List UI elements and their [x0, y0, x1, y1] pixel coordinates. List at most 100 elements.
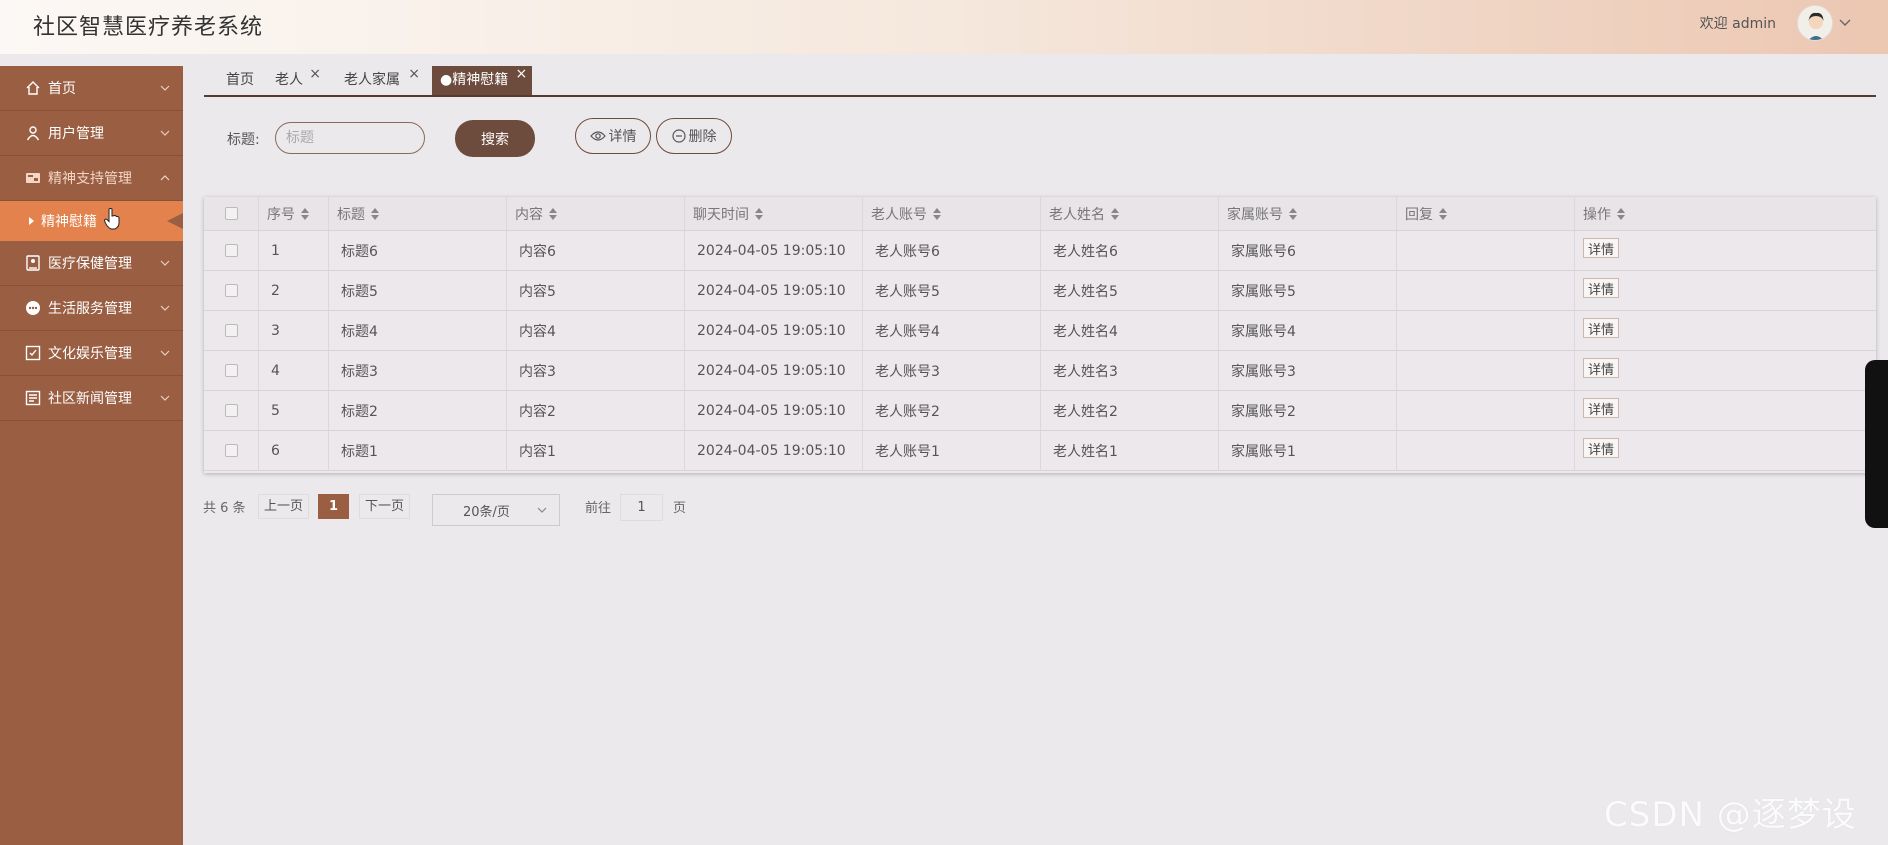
search-button[interactable]: 搜索 [455, 120, 535, 157]
select-all-checkbox[interactable] [224, 207, 238, 220]
column-header[interactable]: 老人姓名 [1041, 197, 1219, 230]
row-checkbox[interactable] [224, 364, 238, 377]
sidebar-item-label: 社区新闻管理 [48, 391, 132, 407]
next-page-button[interactable]: 下一页 [359, 494, 411, 519]
page-unit-label: 页 [673, 501, 687, 516]
sidebar-item-medical-care[interactable]: 医疗保健管理 [0, 241, 183, 286]
row-detail-button[interactable]: 详情 [1583, 397, 1620, 418]
avatar[interactable] [1797, 5, 1833, 41]
sort-icon[interactable] [371, 207, 379, 220]
table-cell-reply [1397, 311, 1575, 350]
row-select-cell [204, 431, 259, 470]
row-checkbox[interactable] [224, 324, 238, 337]
page-size-value: 20条/页 [463, 504, 510, 520]
row-checkbox[interactable] [224, 244, 238, 257]
table-cell-elder-account: 老人账号2 [863, 391, 1041, 430]
row-detail-button[interactable]: 详情 [1583, 277, 1620, 298]
sort-icon[interactable] [1289, 207, 1297, 220]
sort-icon[interactable] [933, 207, 941, 220]
current-page-button[interactable]: 1 [318, 494, 349, 519]
chevron-down-icon[interactable] [1837, 14, 1853, 30]
table-cell-title: 标题5 [329, 271, 507, 310]
table-row[interactable]: 3 标题4 内容4 2024-04-05 19:05:10 老人账号4 老人姓名4 家属账号… [204, 311, 1876, 351]
table-cell-time: 2024-04-05 19:05:10 [685, 431, 863, 470]
sort-icon[interactable] [755, 207, 763, 220]
close-icon[interactable]: × [408, 60, 420, 89]
table-row[interactable]: 6 标题1 内容1 2024-04-05 19:05:10 老人账号1 老人姓名1 家属账号… [204, 431, 1876, 471]
user-icon [26, 126, 40, 141]
support-icon [26, 173, 40, 183]
table-cell-elder-account: 老人账号4 [863, 311, 1041, 350]
table-cell-time: 2024-04-05 19:05:10 [685, 271, 863, 310]
delete-button[interactable]: 删除 [656, 118, 732, 154]
chevron-down-icon [160, 350, 170, 356]
tab-elder-family[interactable]: 老人家属 × [344, 66, 420, 95]
tab-elder[interactable]: 老人 × [275, 66, 323, 95]
welcome-text: 欢迎 admin [1699, 16, 1776, 32]
column-header[interactable]: 聊天时间 [685, 197, 863, 230]
table-cell-family-account: 家属账号3 [1219, 351, 1397, 390]
chevron-down-icon [537, 507, 547, 513]
close-icon[interactable]: × [515, 60, 527, 89]
table-cell-time: 2024-04-05 19:05:10 [685, 231, 863, 270]
table-cell-time: 2024-04-05 19:05:10 [685, 311, 863, 350]
table-cell-action: 详情 [1575, 311, 1876, 350]
column-header[interactable]: 老人账号 [863, 197, 1041, 230]
sidebar-item-label: 首页 [48, 81, 76, 97]
table-cell-reply [1397, 231, 1575, 270]
close-icon[interactable]: × [309, 60, 321, 89]
column-label: 内容 [515, 206, 543, 223]
sort-icon[interactable] [301, 207, 309, 220]
sidebar-item-culture-entertainment[interactable]: 文化娱乐管理 [0, 331, 183, 376]
column-header[interactable]: 操作 [1575, 197, 1876, 230]
table-row[interactable]: 2 标题5 内容5 2024-04-05 19:05:10 老人账号5 老人姓名5 家属账号… [204, 271, 1876, 311]
goto-page-input[interactable] [620, 494, 663, 521]
floating-toolbar[interactable] [1865, 360, 1888, 528]
row-detail-button[interactable]: 详情 [1583, 237, 1620, 258]
sidebar-item-community-news[interactable]: 社区新闻管理 [0, 376, 183, 421]
row-checkbox[interactable] [224, 404, 238, 417]
tab-home[interactable]: 首页 [226, 66, 254, 95]
prev-page-button[interactable]: 上一页 [258, 494, 310, 519]
sort-icon[interactable] [549, 207, 557, 220]
table-cell-content: 内容1 [507, 431, 685, 470]
sidebar-item-spiritual-support[interactable]: 精神支持管理 [0, 156, 183, 201]
sidebar-subitem-spiritual-comfort[interactable]: 精神慰籍 [0, 201, 183, 241]
caret-right-icon [29, 217, 34, 225]
sidebar-item-life-service[interactable]: 生活服务管理 [0, 286, 183, 331]
table-row[interactable]: 1 标题6 内容6 2024-04-05 19:05:10 老人账号6 老人姓名6 家属账号… [204, 231, 1876, 271]
service-icon [26, 301, 40, 315]
column-header[interactable]: 家属账号 [1219, 197, 1397, 230]
sidebar-item-user-management[interactable]: 用户管理 [0, 111, 183, 156]
watermark: CSDN @逐梦设计 [1604, 795, 1857, 845]
column-header[interactable]: 内容 [507, 197, 685, 230]
table-cell-family-account: 家属账号4 [1219, 311, 1397, 350]
row-detail-button[interactable]: 详情 [1583, 317, 1620, 338]
row-detail-button[interactable]: 详情 [1583, 437, 1620, 458]
sort-icon[interactable] [1617, 207, 1625, 220]
sort-icon[interactable] [1111, 207, 1119, 220]
table-row[interactable]: 5 标题2 内容2 2024-04-05 19:05:10 老人账号2 老人姓名2 家属账号… [204, 391, 1876, 431]
column-label: 序号 [267, 206, 295, 223]
row-detail-button[interactable]: 详情 [1583, 357, 1620, 378]
chevron-down-icon [160, 85, 170, 91]
table-cell-title: 标题2 [329, 391, 507, 430]
sidebar-item-label: 用户管理 [48, 126, 104, 142]
table-cell-elder-account: 老人账号5 [863, 271, 1041, 310]
column-header[interactable]: 序号 [259, 197, 329, 230]
column-header[interactable]: 标题 [329, 197, 507, 230]
row-select-cell [204, 271, 259, 310]
row-checkbox[interactable] [224, 284, 238, 297]
column-header[interactable]: 回复 [1397, 197, 1575, 230]
tab-spiritual-comfort[interactable]: ●精神慰籍 × [432, 66, 533, 95]
sidebar-item-home[interactable]: 首页 [0, 66, 183, 111]
page-size-select[interactable]: 20条/页 [432, 494, 560, 526]
row-checkbox[interactable] [224, 444, 238, 457]
search-input[interactable] [275, 122, 425, 154]
row-select-cell [204, 231, 259, 270]
total-count: 共 6 条 [203, 501, 246, 516]
table-cell-elder-name: 老人姓名1 [1041, 431, 1219, 470]
table-row[interactable]: 4 标题3 内容3 2024-04-05 19:05:10 老人账号3 老人姓名3 家属账号… [204, 351, 1876, 391]
sort-icon[interactable] [1439, 207, 1447, 220]
detail-button[interactable]: 详情 [575, 118, 651, 154]
